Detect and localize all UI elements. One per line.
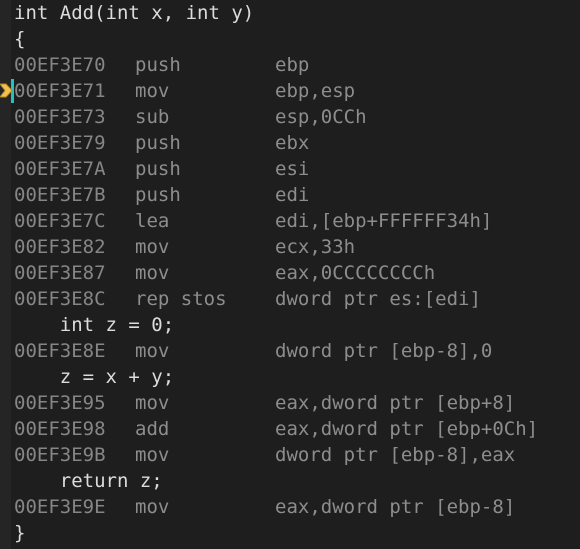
disassembly-view[interactable]: int Add(int x, int y){00EF3E70 push ebp 00E…	[0, 0, 580, 549]
disassembly-line[interactable]: 00EF3E9E mov eax,dword ptr [ebp-8]	[0, 494, 580, 520]
instruction-address: 00EF3E73	[14, 106, 106, 128]
instruction-operands: edi	[275, 184, 310, 206]
source-line-text: }	[14, 522, 26, 544]
instruction-operands: dword ptr [ebp-8],eax	[275, 444, 516, 466]
source-line-text: int z = 0;	[14, 314, 175, 336]
instruction-operands: ecx,33h	[275, 236, 356, 258]
instruction-address: 00EF3E7A	[14, 158, 106, 180]
instruction-address: 00EF3E8C	[14, 288, 106, 310]
instruction-mnemonic: mov	[135, 340, 170, 362]
instruction-operands: ebx	[275, 132, 310, 154]
disassembly-line[interactable]: 00EF3E82 mov ecx,33h	[0, 234, 580, 260]
code-area[interactable]: int Add(int x, int y){00EF3E70 push ebp 00E…	[0, 0, 580, 549]
instruction-mnemonic: push	[135, 54, 181, 76]
instruction-address: 00EF3E8E	[14, 340, 106, 362]
source-line[interactable]: return z;	[0, 468, 580, 494]
source-line[interactable]: int z = 0;	[0, 312, 580, 338]
disassembly-line[interactable]: 00EF3E9B mov dword ptr [ebp-8],eax	[0, 442, 580, 468]
instruction-address: 00EF3E70	[14, 54, 106, 76]
disassembly-line[interactable]: 00EF3E8C rep stos dword ptr es:[edi]	[0, 286, 580, 312]
instruction-operands: eax,dword ptr [ebp+0Ch]	[275, 418, 539, 440]
instruction-address: 00EF3E7B	[14, 184, 106, 206]
instruction-address: 00EF3E79	[14, 132, 106, 154]
instruction-mnemonic: sub	[135, 106, 170, 128]
source-line[interactable]: int Add(int x, int y)	[0, 0, 580, 26]
instruction-address: 00EF3E7C	[14, 210, 106, 232]
instruction-address: 00EF3E9B	[14, 444, 106, 466]
disassembly-line[interactable]: 00EF3E95 mov eax,dword ptr [ebp+8]	[0, 390, 580, 416]
instruction-mnemonic: rep stos	[135, 288, 227, 310]
disassembly-line[interactable]: 00EF3E7A push esi	[0, 156, 580, 182]
instruction-mnemonic: add	[135, 418, 170, 440]
instruction-mnemonic: lea	[135, 210, 170, 232]
instruction-operands: ebp	[275, 54, 310, 76]
disassembly-line[interactable]: 00EF3E73 sub esp,0CCh	[0, 104, 580, 130]
instruction-mnemonic: mov	[135, 80, 170, 102]
disassembly-line[interactable]: 00EF3E7C lea edi,[ebp+FFFFFF34h]	[0, 208, 580, 234]
source-line-text: int Add(int x, int y)	[14, 2, 255, 24]
disassembly-line[interactable]: 00EF3E7B push edi	[0, 182, 580, 208]
instruction-address: 00EF3E82	[14, 236, 106, 258]
instruction-operands: edi,[ebp+FFFFFF34h]	[275, 210, 493, 232]
instruction-mnemonic: mov	[135, 444, 170, 466]
instruction-operands: eax,dword ptr [ebp-8]	[275, 496, 516, 518]
source-line[interactable]: {	[0, 26, 580, 52]
source-line-text: z = x + y;	[14, 366, 175, 388]
instruction-mnemonic: push	[135, 132, 181, 154]
instruction-mnemonic: mov	[135, 392, 170, 414]
instruction-mnemonic: mov	[135, 496, 170, 518]
instruction-address: 00EF3E9E	[14, 496, 106, 518]
instruction-mnemonic: push	[135, 158, 181, 180]
source-line[interactable]: }	[0, 520, 580, 546]
instruction-pointer-arrow-icon[interactable]	[0, 83, 13, 98]
instruction-mnemonic: mov	[135, 262, 170, 284]
disassembly-line[interactable]: 00EF3E70 push ebp	[0, 52, 580, 78]
disassembly-line[interactable]: 00EF3E87 mov eax,0CCCCCCCCh	[0, 260, 580, 286]
instruction-address: 00EF3E98	[14, 418, 106, 440]
instruction-mnemonic: push	[135, 184, 181, 206]
instruction-operands: eax,dword ptr [ebp+8]	[275, 392, 516, 414]
instruction-address: 00EF3E71	[14, 80, 106, 102]
source-line-text: {	[14, 28, 26, 50]
disassembly-line[interactable]: 00EF3E79 push ebx	[0, 130, 580, 156]
instruction-operands: dword ptr [ebp-8],0	[275, 340, 493, 362]
instruction-address: 00EF3E95	[14, 392, 106, 414]
instruction-address: 00EF3E87	[14, 262, 106, 284]
source-line-text: return z;	[14, 470, 163, 492]
source-line[interactable]: z = x + y;	[0, 364, 580, 390]
disassembly-line[interactable]: 00EF3E8E mov dword ptr [ebp-8],0	[0, 338, 580, 364]
instruction-operands: esi	[275, 158, 310, 180]
instruction-operands: dword ptr es:[edi]	[275, 288, 481, 310]
instruction-operands: eax,0CCCCCCCCh	[275, 262, 436, 284]
disassembly-line[interactable]: 00EF3E98 add eax,dword ptr [ebp+0Ch]	[0, 416, 580, 442]
instruction-mnemonic: mov	[135, 236, 170, 258]
instruction-operands: ebp,esp	[275, 80, 356, 102]
instruction-operands: esp,0CCh	[275, 106, 367, 128]
disassembly-line[interactable]: 00EF3E71 mov ebp,esp	[0, 78, 580, 104]
